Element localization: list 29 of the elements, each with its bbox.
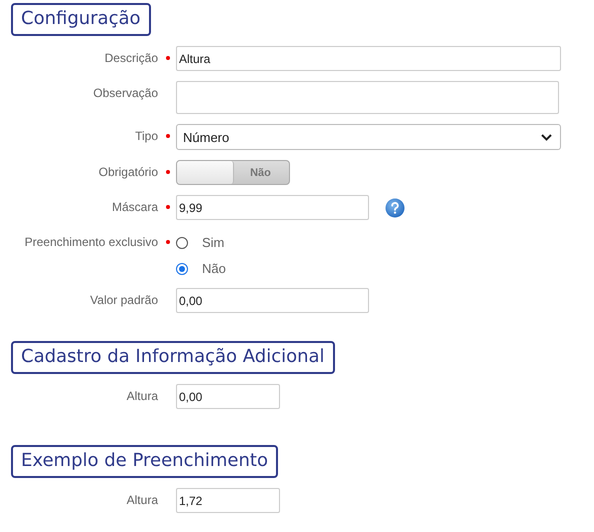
required-dot (166, 56, 170, 60)
field-label: Obrigatório (98, 164, 158, 181)
input-field[interactable]: 1,72 (176, 488, 280, 513)
field-label: Preenchimento exclusivo (24, 234, 158, 251)
field-label: Tipo (134, 128, 158, 145)
input-field[interactable]: 0,00 (176, 288, 369, 313)
dropdown[interactable]: Número (176, 124, 561, 150)
section-heading: Configuração (11, 3, 151, 36)
field-label: Altura (126, 388, 158, 405)
radio-button[interactable] (176, 237, 188, 249)
chevron-down-icon (541, 134, 552, 140)
field-label: Máscara (110, 199, 158, 216)
field-label: Valor padrão (89, 292, 158, 309)
radio-label: Não (202, 260, 226, 278)
required-dot (166, 170, 170, 174)
input-field[interactable]: 9,99 (176, 195, 369, 220)
section-heading: Exemplo de Preenchimento (11, 445, 278, 478)
required-dot (166, 205, 170, 209)
required-dot (166, 134, 170, 138)
input-field[interactable]: Altura (176, 46, 561, 71)
section-heading: Cadastro da Informação Adicional (11, 341, 335, 374)
field-label: Altura (126, 492, 158, 509)
radio-label: Sim (202, 234, 224, 252)
required-dot (166, 240, 170, 244)
help-icon[interactable] (385, 198, 405, 218)
input-field[interactable]: 0,00 (176, 384, 280, 409)
field-label: Observação (92, 85, 158, 102)
field-label: Descrição (104, 50, 158, 67)
radio-button[interactable] (176, 263, 188, 275)
